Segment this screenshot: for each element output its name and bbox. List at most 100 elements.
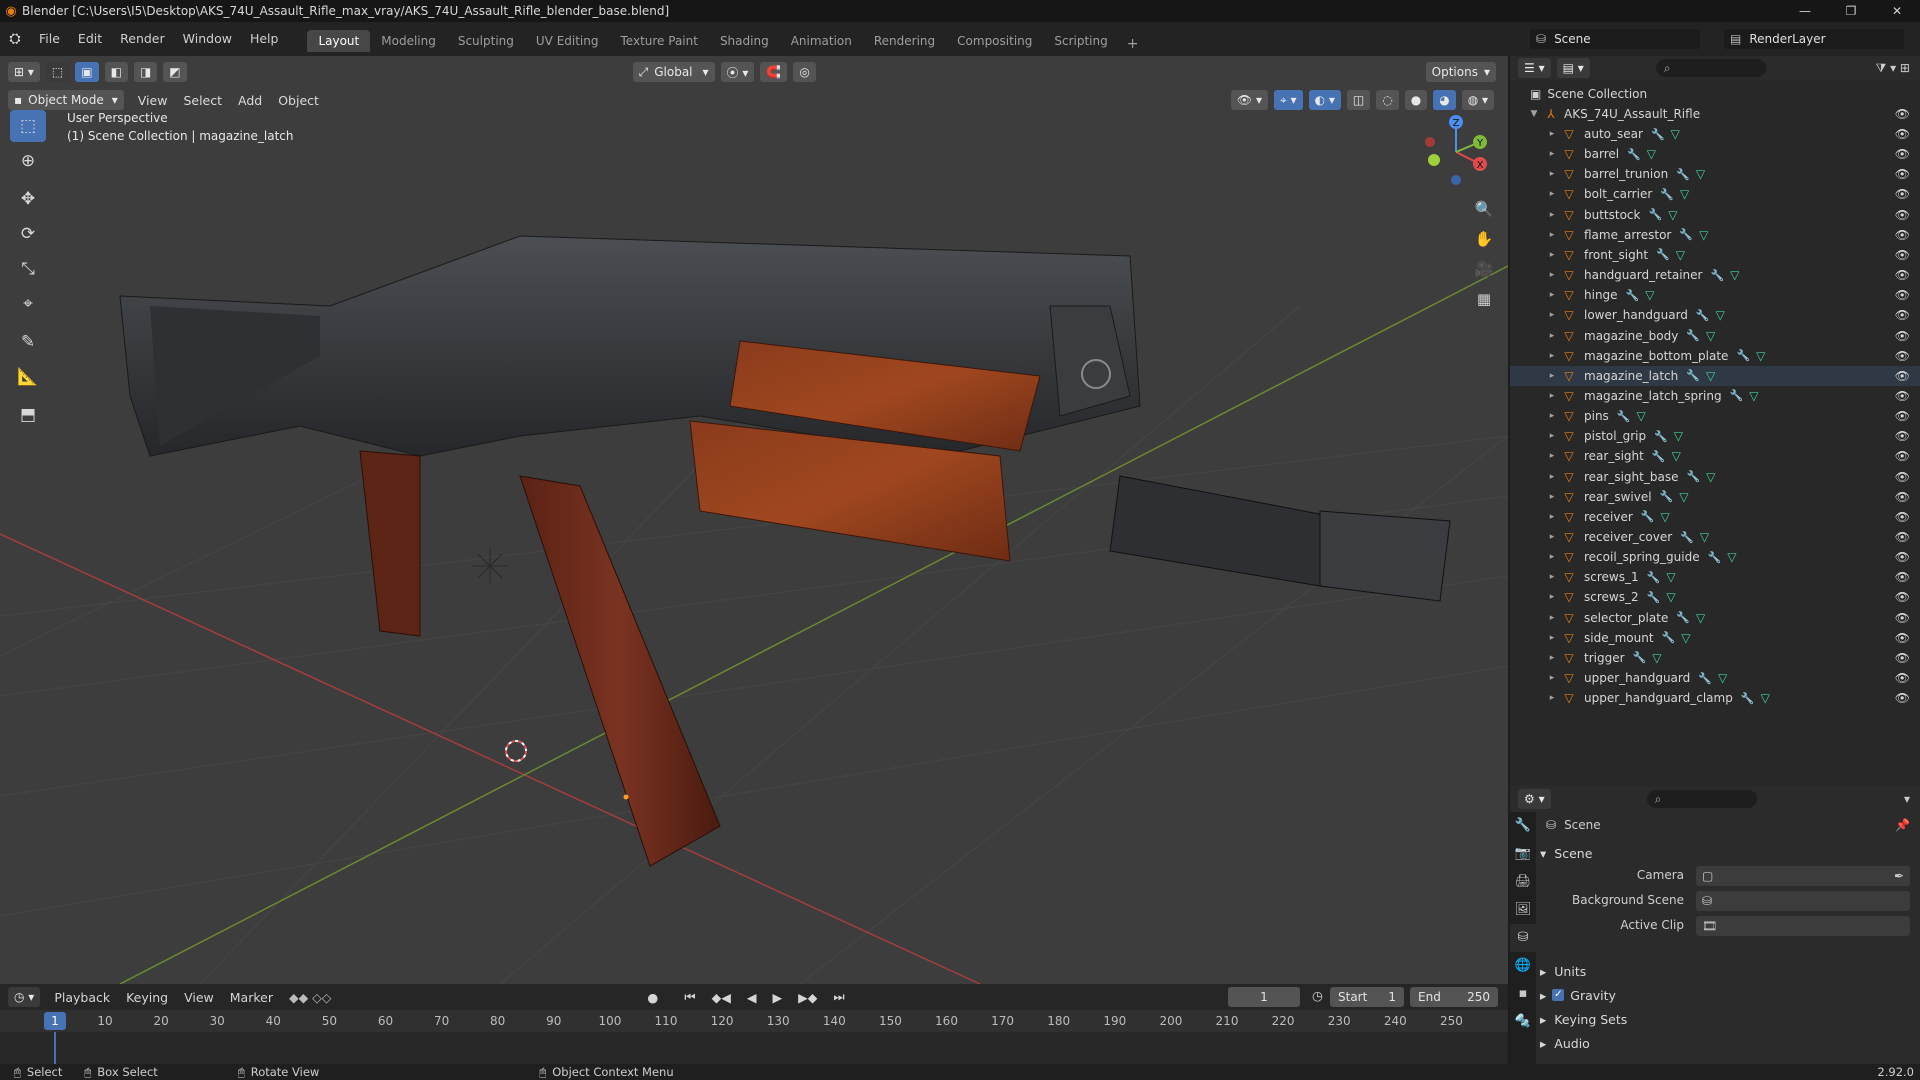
timeline-menu-view[interactable]: View [176,990,222,1005]
ortho-grid-icon[interactable]: ▦ [1470,284,1498,314]
modifier-wrench-icon[interactable]: 🔧 [1686,470,1700,483]
modifier-wrench-icon[interactable]: 🔧 [1656,248,1670,261]
visibility-eye-icon[interactable]: 👁 [1895,671,1910,685]
expand-triangle-icon[interactable]: ▸ [1546,169,1558,179]
visibility-eye-icon[interactable]: 👁 [1895,570,1910,584]
modifier-wrench-icon[interactable]: 🔧 [1736,349,1750,362]
outliner-object-row[interactable]: ▸ ▽ buttstock 🔧 ▽ 👁 [1510,205,1920,225]
stopwatch-icon[interactable]: ◷ [1304,988,1331,1003]
mesh-data-icon[interactable]: ▽ [1749,389,1758,403]
view-layer-tab-icon[interactable]: 🖼 [1510,896,1536,924]
outliner-object-row[interactable]: ▸ ▽ screws_2 🔧 ▽ 👁 [1510,587,1920,607]
visibility-eye-icon[interactable]: 👁 [1895,409,1910,423]
camera-view-icon[interactable]: 🎥 [1470,254,1498,284]
minimize-button[interactable]: — [1782,0,1828,22]
record-button-icon[interactable]: ● [639,990,666,1005]
outliner-editor-type-icon[interactable]: ☰ ▾ [1518,58,1551,78]
outliner-object-row[interactable]: ▸ ▽ upper_handguard_clamp 🔧 ▽ 👁 [1510,688,1920,708]
menu-file[interactable]: File [30,22,69,56]
outliner-object-row[interactable]: ▸ ▽ lower_handguard 🔧 ▽ 👁 [1510,305,1920,325]
outliner-object-row[interactable]: ▸ ▽ barrel 🔧 ▽ 👁 [1510,144,1920,164]
neg-z-axis-icon[interactable] [1451,175,1461,185]
outliner-object-row[interactable]: ▸ ▽ magazine_bottom_plate 🔧 ▽ 👁 [1510,346,1920,366]
options-dropdown[interactable]: Options ▾ [1425,62,1496,82]
scene-panel-header[interactable]: ▾ Scene [1540,842,1592,864]
camera-field[interactable]: ▢ ✒ [1696,866,1910,886]
outliner-object-row[interactable]: ▸ ▽ flame_arrestor 🔧 ▽ 👁 [1510,225,1920,245]
snap-icon[interactable]: 🧲 [760,62,788,82]
visibility-eye-icon[interactable]: 👁 [1895,329,1910,343]
modifier-wrench-icon[interactable]: 🔧 [1626,289,1640,302]
expand-triangle-icon[interactable]: ▸ [1546,512,1558,522]
timeline-menu-playback[interactable]: Playback [46,990,118,1005]
modifier-wrench-icon[interactable]: 🔧 [1647,571,1661,584]
properties-options-icon[interactable]: ▾ [1904,792,1910,806]
modifier-wrench-icon[interactable]: 🔧 [1654,430,1668,443]
expand-triangle-icon[interactable]: ▸ [1546,310,1558,320]
expand-triangle-icon[interactable]: ▸ [1546,532,1558,542]
tab-modeling[interactable]: Modeling [370,30,447,52]
visibility-eye-icon[interactable]: 👁 [1895,147,1910,161]
add-cube-tool-icon[interactable]: ⬒ [10,399,46,431]
3d-viewport[interactable]: ⊞ ▾ ⬚ ▣ ◧ ◨ ◩ ⤢ Global ▾ ⦿ ▾ 🧲 ◎ Options… [0,56,1508,984]
eyedropper-icon[interactable]: ✒ [1894,866,1904,886]
timeline-menu-keying[interactable]: Keying [118,990,176,1005]
viewport-menu-view[interactable]: View [130,93,176,108]
gravity-panel-header[interactable]: ▸ ✓ Gravity [1540,984,1616,1006]
jump-start-icon[interactable]: ⏮ [676,989,703,1005]
navigation-gizmo[interactable]: Z X Y [1420,112,1492,192]
expand-triangle-icon[interactable]: ▸ [1546,492,1558,502]
visibility-eye-icon[interactable]: 👁 [1895,107,1910,121]
select-mode-extend-icon[interactable]: ◧ [104,62,128,82]
outliner-object-row[interactable]: ▸ ▽ upper_handguard 🔧 ▽ 👁 [1510,668,1920,688]
keyframe-icons[interactable]: ◆◆ ◇◇ [281,990,339,1005]
mode-dropdown[interactable]: ▪ Object Mode ▾ [8,90,124,110]
mesh-data-icon[interactable]: ▽ [1661,510,1670,524]
visibility-eye-icon[interactable]: 👁 [1895,248,1910,262]
scale-tool-icon[interactable]: ⤡ [10,253,46,285]
rotate-tool-icon[interactable]: ⟳ [10,218,46,250]
menu-edit[interactable]: Edit [69,22,111,56]
mesh-data-icon[interactable]: ▽ [1668,208,1677,222]
visibility-eye-icon[interactable]: 👁 [1895,187,1910,201]
filter-icon[interactable]: ⧩ ▾ ⊞ [1876,61,1910,76]
outliner-object-row[interactable]: ▸ ▽ trigger 🔧 ▽ 👁 [1510,648,1920,668]
properties-editor-type-icon[interactable]: ⚙ ▾ [1518,789,1551,809]
viewport-menu-object[interactable]: Object [270,93,327,108]
mesh-data-icon[interactable]: ▽ [1674,429,1683,443]
mesh-data-icon[interactable]: ▽ [1681,631,1690,645]
expand-triangle-icon[interactable]: ▸ [1546,653,1558,663]
light-object[interactable] [472,548,508,584]
visibility-eye-icon[interactable]: 👁 [1895,651,1910,665]
editor-type-icon[interactable]: ⊞ ▾ [8,62,40,82]
tab-shading[interactable]: Shading [709,30,780,52]
move-tool-icon[interactable]: ✥ [10,183,46,215]
maximize-button[interactable]: ❐ [1828,0,1874,22]
zoom-icon[interactable]: 🔍 [1470,194,1498,224]
blender-menu-icon[interactable]: ⛭ [0,31,30,47]
rendered-shading-icon[interactable]: ◍ ▾ [1461,90,1494,110]
prev-keyframe-icon[interactable]: ◆◀ [704,990,739,1005]
view-layer-selector[interactable]: ▤ RenderLayer [1724,29,1904,49]
outliner-object-row[interactable]: ▸ ▽ pistol_grip 🔧 ▽ 👁 [1510,426,1920,446]
modifier-tab-icon[interactable]: 🔩 [1510,1008,1536,1036]
outliner-object-row[interactable]: ▸ ▽ screws_1 🔧 ▽ 👁 [1510,567,1920,587]
visibility-eye-icon[interactable]: 👁 [1895,449,1910,463]
expand-triangle-icon[interactable]: ▸ [1546,552,1558,562]
expand-triangle-icon[interactable]: ▸ [1546,391,1558,401]
outliner-object-row[interactable]: ▸ ▽ receiver 🔧 ▽ 👁 [1510,507,1920,527]
gravity-checkbox[interactable]: ✓ [1552,989,1565,1001]
outliner-object-row[interactable]: ▸ ▽ rear_swivel 🔧 ▽ 👁 [1510,487,1920,507]
timeline-ruler[interactable]: 1 10 20 30 40 50 60 70 80 90 100 110 120 130 140 150 16… [0,1010,1508,1032]
mesh-data-icon[interactable]: ▽ [1672,449,1681,463]
start-frame-field[interactable]: Start 1 [1330,987,1404,1007]
expand-triangle-icon[interactable]: ▸ [1546,351,1558,361]
mesh-data-icon[interactable]: ▽ [1676,248,1685,262]
mesh-data-icon[interactable]: ▽ [1671,127,1680,141]
mesh-data-icon[interactable]: ▽ [1699,228,1708,242]
tool-tab-icon[interactable]: 🔧 [1510,812,1536,840]
close-button[interactable]: ✕ [1874,0,1920,22]
gizmo-toggle-icon[interactable]: ⌖ ▾ [1273,90,1303,110]
expand-triangle-icon[interactable]: ▸ [1546,270,1558,280]
expand-triangle-icon[interactable]: ▸ [1546,633,1558,643]
